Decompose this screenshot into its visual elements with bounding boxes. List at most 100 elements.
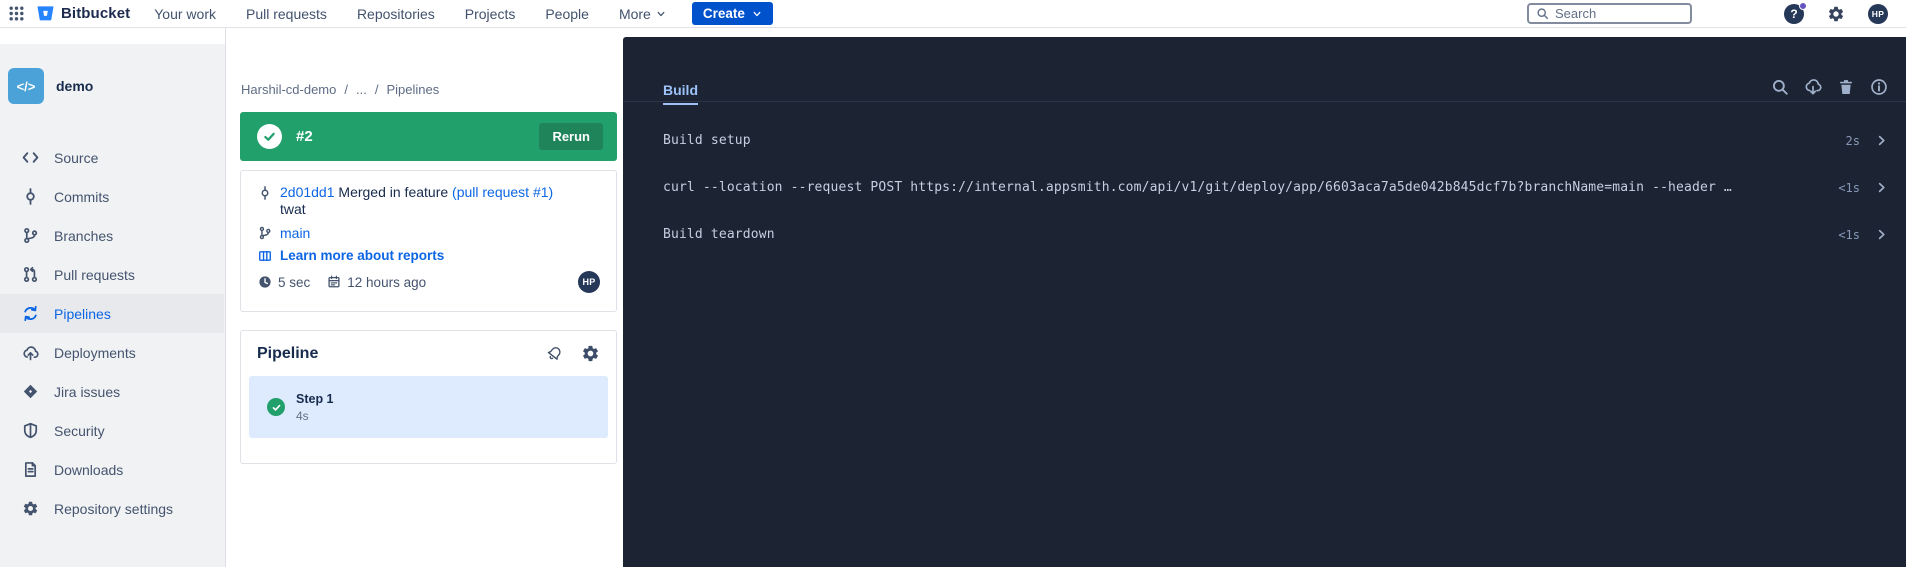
- sidebar-item-label: Jira issues: [54, 384, 120, 400]
- bitbucket-logo[interactable]: Bitbucket: [36, 4, 130, 23]
- global-search[interactable]: [1527, 3, 1692, 24]
- search-input[interactable]: [1555, 6, 1683, 21]
- sidebar-item-label: Downloads: [54, 462, 123, 478]
- nav-your-work[interactable]: Your work: [154, 6, 216, 22]
- sidebar-item-branches[interactable]: Branches: [0, 216, 224, 255]
- sidebar-item-pull-requests[interactable]: Pull requests: [0, 255, 224, 294]
- chevron-right-icon: [1875, 228, 1888, 241]
- chevron-down-icon: [752, 9, 762, 19]
- commit-message-text: Merged in feature: [338, 184, 448, 200]
- breadcrumb-part-2: Pipelines: [386, 82, 439, 97]
- breadcrumb-part-1[interactable]: ...: [356, 82, 367, 97]
- repo-avatar[interactable]: </>: [8, 68, 44, 104]
- commit-description: twat: [280, 201, 553, 218]
- sidebar-item-deployments[interactable]: Deployments: [0, 333, 224, 372]
- log-search-icon[interactable]: [1771, 78, 1789, 96]
- top-navigation-bar: Bitbucket Your work Pull requests Reposi…: [0, 0, 1906, 28]
- help-question-glyph: ?: [1790, 7, 1797, 21]
- sidebar-item-label: Pull requests: [54, 267, 135, 283]
- log-row-label: curl --location --request POST https://i…: [663, 180, 1822, 195]
- notification-dot: [1799, 2, 1807, 10]
- chevron-right-icon: [1875, 181, 1888, 194]
- sidebar-item-security[interactable]: Security: [0, 411, 224, 450]
- reports-icon: [258, 249, 272, 263]
- settings-gear-icon[interactable]: [1827, 5, 1845, 23]
- downloads-icon: [22, 461, 39, 478]
- sidebar-item-repository-settings[interactable]: Repository settings: [0, 489, 224, 528]
- create-button-label: Create: [703, 6, 745, 21]
- security-icon: [22, 422, 39, 439]
- log-actions: [1771, 78, 1888, 96]
- commit-line: 2d01dd1 Merged in feature (pull request …: [258, 184, 600, 218]
- sidebar-item-commits[interactable]: Commits: [0, 177, 224, 216]
- log-row-label: Build setup: [663, 133, 1830, 148]
- sidebar-item-label: Security: [54, 423, 105, 439]
- deployments-icon: [22, 344, 39, 361]
- author-avatar[interactable]: HP: [578, 271, 600, 293]
- pipeline-steps-card: Pipeline Step 1 4s: [240, 330, 617, 464]
- log-row-duration: 2s: [1846, 134, 1860, 148]
- breadcrumb-separator: /: [375, 82, 379, 97]
- commit-message: 2d01dd1 Merged in feature (pull request …: [280, 184, 553, 218]
- pipeline-card-header: Pipeline: [257, 344, 600, 363]
- notifications-bell-icon[interactable]: [545, 344, 564, 363]
- log-row[interactable]: Build teardown <1s: [623, 211, 1906, 258]
- sidebar-item-label: Commits: [54, 189, 109, 205]
- pipeline-summary-panel: Harshil-cd-demo /... / Pipelines #2 Rerun 2…: [227, 28, 623, 567]
- step-success-check-icon: [267, 398, 285, 416]
- info-icon[interactable]: [1870, 78, 1888, 96]
- pull-request-icon: [22, 266, 39, 283]
- delete-log-icon[interactable]: [1837, 78, 1855, 96]
- build-log-panel: Build Build setup 2s curl --location --r…: [623, 37, 1906, 567]
- step-duration: 4s: [296, 409, 334, 423]
- check-icon: [262, 129, 277, 144]
- sidebar-item-source[interactable]: Source: [0, 138, 224, 177]
- commit-hash-link[interactable]: 2d01dd1: [280, 184, 335, 200]
- calendar-icon: [327, 275, 341, 289]
- sidebar-item-pipelines[interactable]: Pipelines: [0, 294, 224, 333]
- nav-projects[interactable]: Projects: [465, 6, 516, 22]
- log-row-duration: <1s: [1838, 181, 1860, 195]
- app-switcher-icon[interactable]: [8, 5, 25, 22]
- user-avatar[interactable]: HP: [1868, 4, 1888, 24]
- learn-more-reports-link[interactable]: Learn more about reports: [280, 248, 444, 263]
- branch-link[interactable]: main: [280, 225, 310, 241]
- sidebar-item-jira-issues[interactable]: Jira issues: [0, 372, 224, 411]
- log-row-duration: <1s: [1838, 228, 1860, 242]
- rerun-button[interactable]: Rerun: [539, 123, 603, 150]
- pipeline-settings-gear-icon[interactable]: [581, 344, 600, 363]
- help-button[interactable]: ?: [1784, 4, 1804, 24]
- nav-people[interactable]: People: [545, 6, 589, 22]
- search-icon: [1536, 7, 1549, 20]
- sidebar-item-label: Deployments: [54, 345, 136, 361]
- sidebar-item-downloads[interactable]: Downloads: [0, 450, 224, 489]
- sidebar-nav: Source Commits Branches Pull requests Pi…: [0, 138, 224, 528]
- download-log-icon[interactable]: [1804, 78, 1822, 96]
- repo-header: </> demo: [8, 68, 93, 104]
- pipeline-card-title: Pipeline: [257, 345, 318, 363]
- main-content: </> demo Source Commits Branches Pull re…: [0, 28, 1906, 567]
- pipeline-time-ago: 12 hours ago: [347, 275, 426, 290]
- nav-more[interactable]: More: [619, 6, 666, 22]
- pipeline-step-item[interactable]: Step 1 4s: [249, 376, 608, 438]
- success-check-icon: [257, 124, 282, 149]
- log-row[interactable]: Build setup 2s: [623, 117, 1906, 164]
- commit-icon: [258, 186, 272, 200]
- log-row[interactable]: curl --location --request POST https://i…: [623, 164, 1906, 211]
- sidebar-item-label: Repository settings: [54, 501, 173, 517]
- breadcrumb-separator: /: [344, 82, 348, 97]
- create-button[interactable]: Create: [692, 2, 773, 25]
- jira-icon: [22, 383, 39, 400]
- pipeline-number: #2: [296, 128, 313, 145]
- sidebar-item-label: Pipelines: [54, 306, 111, 322]
- bitbucket-mark-icon: [36, 4, 55, 23]
- nav-repositories[interactable]: Repositories: [357, 6, 435, 22]
- reports-row: Learn more about reports: [258, 248, 600, 263]
- tab-divider: [623, 101, 1906, 102]
- pipelines-icon: [22, 305, 39, 322]
- meta-row: 5 sec 12 hours ago HP: [258, 271, 600, 293]
- breadcrumb: Harshil-cd-demo /... / Pipelines: [241, 82, 439, 97]
- breadcrumb-part-0[interactable]: Harshil-cd-demo: [241, 82, 336, 97]
- pull-request-link[interactable]: (pull request #1): [452, 184, 553, 200]
- nav-pull-requests[interactable]: Pull requests: [246, 6, 327, 22]
